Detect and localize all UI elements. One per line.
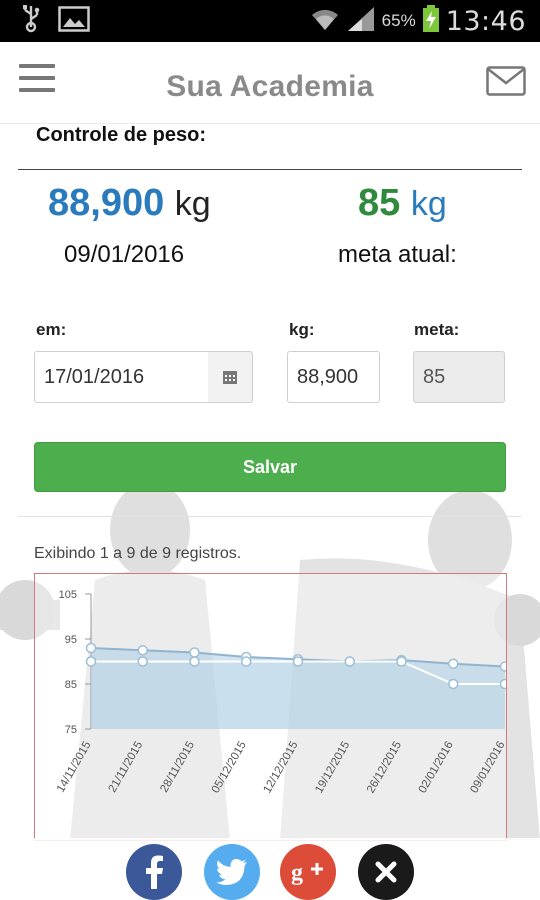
data-point bbox=[137, 656, 148, 667]
gallery-icon bbox=[58, 5, 90, 37]
y-tick-label: 105 bbox=[59, 589, 77, 601]
x-tick-label: 12/12/2015 bbox=[261, 740, 300, 796]
current-weight: 88,900 kg bbox=[48, 182, 211, 225]
data-point bbox=[448, 658, 459, 669]
data-point bbox=[396, 656, 407, 667]
goal-field-label: meta: bbox=[414, 320, 460, 339]
app-header: Sua Academia bbox=[0, 42, 540, 124]
data-point bbox=[85, 656, 97, 667]
x-tick-label: 09/01/2016 bbox=[468, 740, 507, 796]
data-point bbox=[241, 656, 252, 667]
goal-weight: 85 kg bbox=[358, 182, 447, 225]
battery-percent: 65% bbox=[381, 11, 416, 30]
x-tick-label: 19/12/2015 bbox=[313, 740, 352, 796]
x-tick-label: 21/11/2015 bbox=[107, 740, 146, 795]
weight-chart: 105 95 85 75 14/11/2015 21/11/2015 28/11/2015 0… bbox=[34, 573, 507, 841]
divider bbox=[18, 169, 522, 170]
calendar-icon bbox=[223, 371, 237, 384]
twitter-icon bbox=[216, 859, 247, 885]
x-tick-label: 02/01/2016 bbox=[417, 740, 456, 796]
kg-input[interactable]: 88,900 bbox=[287, 351, 380, 403]
x-tick-label: 26/12/2015 bbox=[365, 740, 404, 796]
status-bar: 65% 13:46 bbox=[0, 0, 540, 42]
wifi-icon bbox=[310, 6, 340, 37]
x-tick-label: 28/11/2015 bbox=[158, 740, 197, 795]
date-input[interactable]: 17/01/2016 bbox=[34, 351, 209, 403]
x-tick-label: 14/11/2015 bbox=[55, 740, 94, 795]
y-tick-label: 95 bbox=[65, 634, 77, 646]
save-button[interactable]: Salvar bbox=[34, 442, 506, 492]
usb-icon bbox=[22, 4, 40, 38]
data-point bbox=[137, 645, 148, 656]
google-plus-button[interactable]: g bbox=[280, 844, 336, 900]
twitter-button[interactable] bbox=[204, 844, 260, 900]
x-tick-label: 05/12/2015 bbox=[210, 740, 249, 796]
data-point bbox=[189, 647, 200, 658]
battery-charging-icon bbox=[422, 4, 440, 38]
data-point bbox=[189, 656, 200, 667]
section-title: Controle de peso: bbox=[36, 124, 207, 146]
close-button[interactable] bbox=[358, 844, 414, 900]
share-bar: g bbox=[0, 838, 540, 900]
svg-text:g: g bbox=[291, 860, 303, 885]
facebook-icon bbox=[146, 855, 163, 889]
data-point bbox=[499, 661, 506, 672]
signal-icon bbox=[346, 6, 376, 37]
goal-input: 85 bbox=[413, 351, 505, 403]
clock: 13:46 bbox=[445, 5, 526, 37]
current-weight-date: 09/01/2016 bbox=[64, 241, 185, 268]
data-point bbox=[448, 678, 459, 690]
google-plus-icon: g bbox=[291, 860, 323, 885]
records-info: Exibindo 1 a 9 de 9 registros. bbox=[34, 545, 242, 562]
kg-label: kg: bbox=[289, 320, 315, 339]
divider bbox=[18, 516, 522, 517]
data-point bbox=[85, 642, 97, 654]
envelope-icon[interactable] bbox=[486, 66, 526, 96]
weight-chart-svg: 105 95 85 75 14/11/2015 21/11/2015 28/11/2015 0… bbox=[55, 589, 507, 796]
data-point bbox=[344, 656, 355, 667]
close-icon bbox=[375, 861, 397, 883]
goal-weight-value: 85 bbox=[358, 182, 401, 224]
y-tick-label: 85 bbox=[65, 679, 77, 691]
y-tick-label: 75 bbox=[65, 724, 77, 736]
calendar-button[interactable] bbox=[208, 351, 253, 403]
app-title: Sua Academia bbox=[166, 70, 374, 103]
data-point bbox=[292, 656, 304, 667]
data-point bbox=[499, 678, 506, 690]
facebook-button[interactable] bbox=[126, 844, 182, 900]
current-weight-unit: kg bbox=[174, 185, 211, 223]
date-label: em: bbox=[36, 320, 67, 339]
goal-label: meta atual: bbox=[338, 241, 457, 268]
current-weight-value: 88,900 bbox=[48, 182, 165, 224]
goal-weight-unit: kg bbox=[410, 185, 447, 223]
